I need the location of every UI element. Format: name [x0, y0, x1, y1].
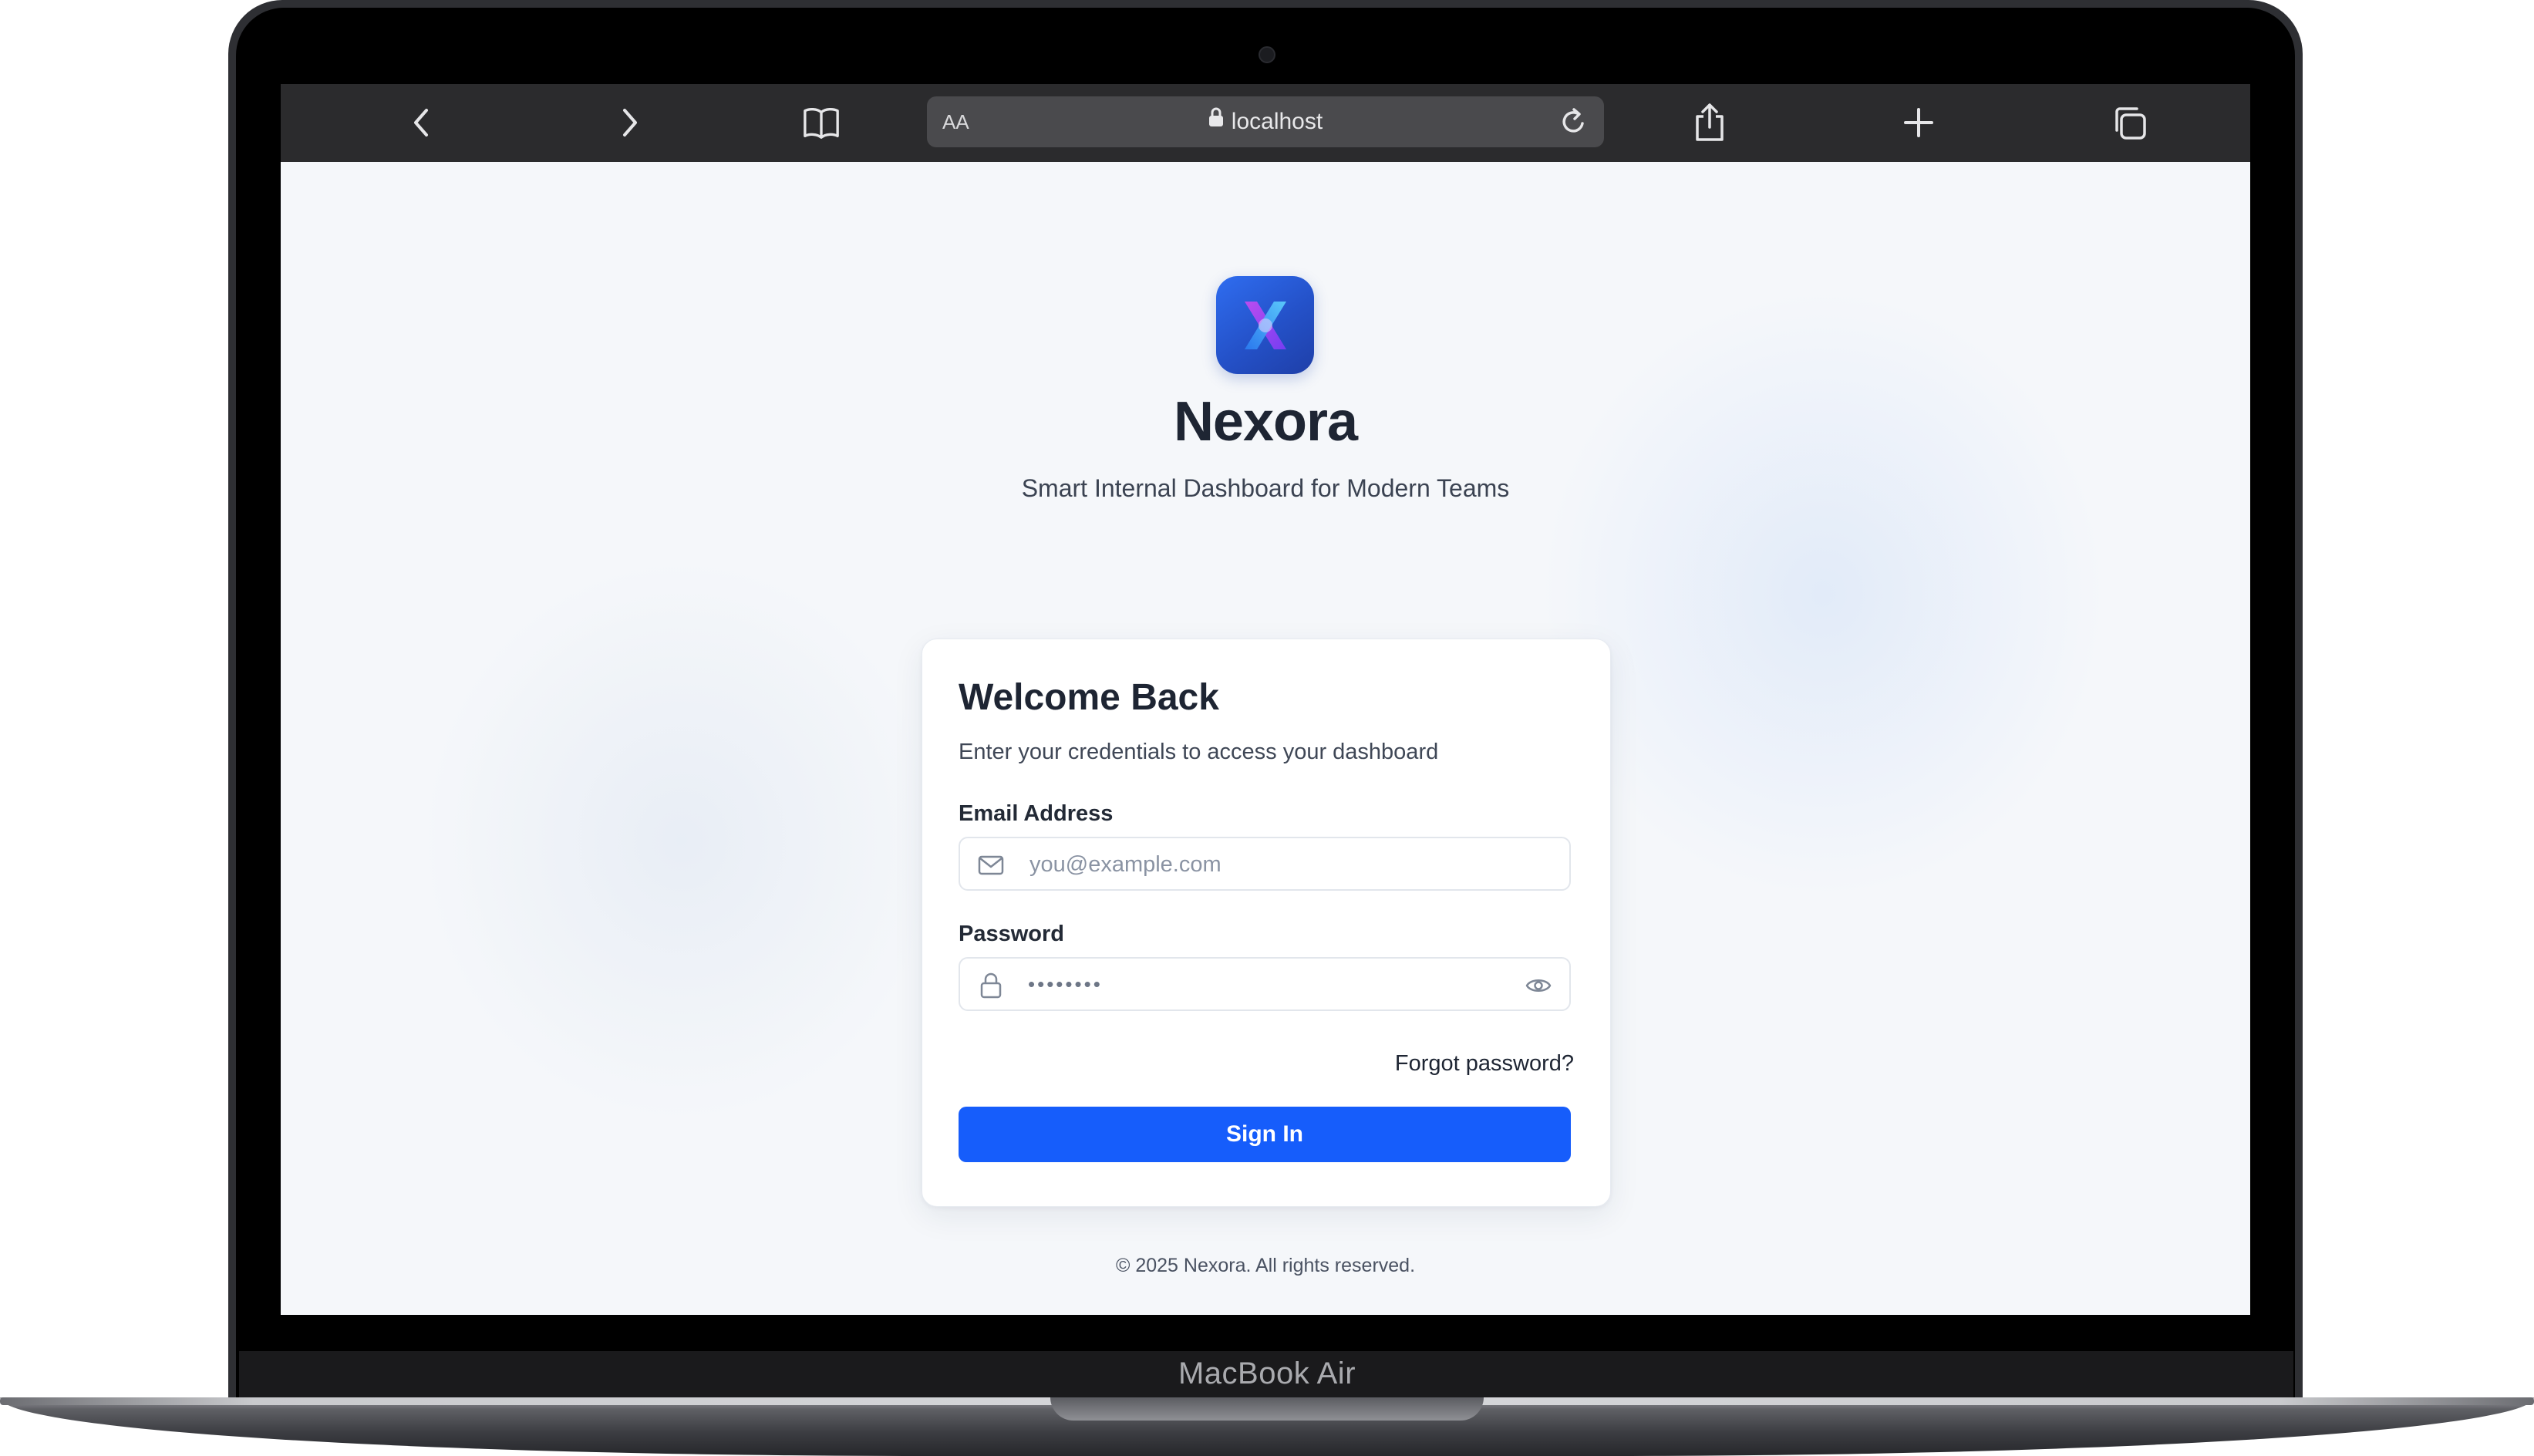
camera-icon — [1259, 46, 1275, 63]
password-input[interactable]: •••••••• — [1028, 959, 1103, 1009]
device-label: MacBook Air — [1178, 1357, 1356, 1390]
logo-x-icon — [1244, 301, 1286, 349]
lock-icon — [1208, 95, 1224, 146]
sign-in-button[interactable]: Sign In — [959, 1107, 1571, 1162]
login-page: Nexora Smart Internal Dashboard for Mode… — [281, 162, 2250, 1315]
login-card: Welcome Back Enter your credentials to a… — [922, 639, 1611, 1207]
email-input[interactable] — [1028, 838, 1525, 891]
footer-copyright: © 2025 Nexora. All rights reserved. — [1115, 1255, 1416, 1276]
address-bar[interactable]: AA localhost — [927, 96, 1604, 147]
reload-icon[interactable] — [1555, 103, 1593, 141]
forward-icon[interactable] — [611, 103, 649, 142]
forgot-password-link[interactable]: Forgot password? — [1395, 1051, 1574, 1077]
share-icon[interactable] — [1690, 103, 1729, 142]
lock-icon — [980, 972, 1002, 999]
mail-icon — [978, 855, 1004, 875]
browser-screen: AA localhost Nexora Smart Internal Dashb… — [281, 84, 2250, 1315]
email-label: Email Address — [959, 801, 1114, 826]
back-icon[interactable] — [402, 103, 440, 142]
card-subtitle: Enter your credentials to access your da… — [959, 740, 1439, 764]
password-field[interactable]: •••••••• — [959, 957, 1571, 1011]
nexora-logo — [1216, 276, 1314, 374]
tabs-icon[interactable] — [2110, 103, 2148, 142]
card-title: Welcome Back — [959, 677, 1219, 718]
url-display[interactable]: localhost — [927, 96, 1604, 147]
password-label: Password — [959, 922, 1064, 946]
email-field[interactable] — [959, 837, 1571, 891]
bookmarks-icon[interactable] — [802, 103, 841, 142]
eye-icon[interactable] — [1525, 972, 1552, 999]
new-tab-icon[interactable] — [1899, 103, 1938, 142]
browser-toolbar: AA localhost — [281, 84, 2250, 162]
brand-tagline: Smart Internal Dashboard for Modern Team… — [1021, 474, 1510, 502]
url-text: localhost — [1231, 109, 1323, 134]
screenshot: AA localhost Nexora Smart Internal Dashb… — [0, 0, 2534, 1456]
brand-name: Nexora — [1173, 391, 1358, 453]
laptop-hinge-notch — [1050, 1397, 1484, 1421]
